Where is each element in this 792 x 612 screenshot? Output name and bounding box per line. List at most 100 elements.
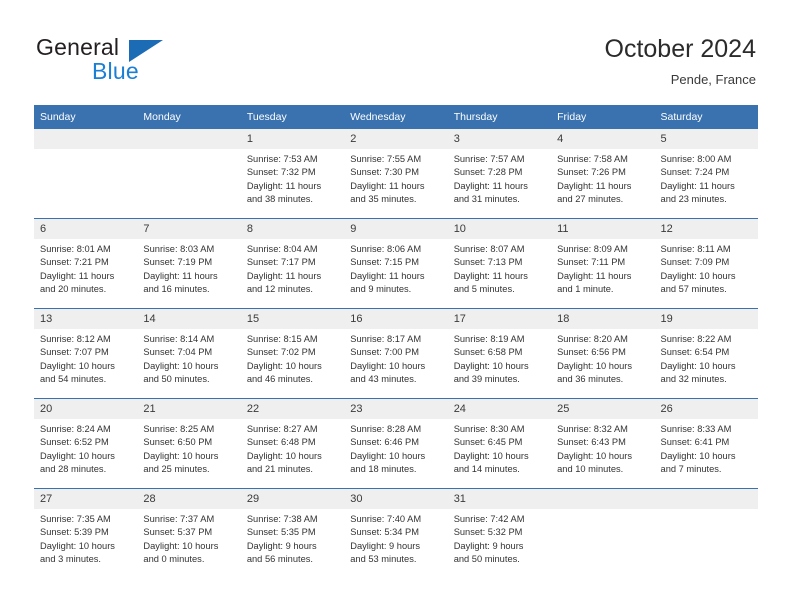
sunset-text: Sunset: 7:04 PM [143, 347, 213, 358]
calendar-day-cell[interactable]: 18 Sunrise: 8:20 AM Sunset: 6:56 PM Dayligh… [551, 308, 655, 399]
daylight-text-line1: Daylight: 10 hours [350, 360, 426, 371]
sunrise-text: Sunrise: 8:06 AM [350, 244, 422, 254]
calendar-day-cell[interactable]: 23 Sunrise: 8:28 AM Sunset: 6:46 PM Dayligh… [344, 398, 448, 489]
calendar-day-cell[interactable]: 13 Sunrise: 8:12 AM Sunset: 7:07 PM Dayligh… [34, 308, 138, 399]
daylight-text-line1: Daylight: 11 hours [557, 270, 632, 281]
day-details [655, 509, 758, 567]
calendar-day-cell[interactable]: 1 Sunrise: 7:53 AM Sunset: 7:32 PM Daylight… [240, 129, 345, 219]
daylight-text-line1: Daylight: 10 hours [246, 360, 322, 371]
logo-text-general: General [36, 34, 120, 60]
day-number: 25 [551, 399, 655, 419]
weekday-header-tuesday: Tuesday [240, 105, 345, 129]
day-number: 30 [344, 489, 448, 509]
calendar-week-row: 20 Sunrise: 8:24 AM Sunset: 6:52 PM Dayligh… [34, 398, 758, 489]
sunrise-text: Sunrise: 7:42 AM [453, 514, 525, 524]
day-details: Sunrise: 8:19 AM Sunset: 6:58 PM Daylight:… [448, 329, 551, 387]
day-number: 29 [240, 489, 345, 509]
sunrise-text: Sunrise: 8:04 AM [246, 244, 318, 254]
daylight-text-line1: Daylight: 10 hours [143, 360, 219, 371]
daylight-text-line2: and 50 minutes. [453, 554, 520, 565]
page-subtitle: Pende, France [670, 72, 756, 87]
calendar-day-cell[interactable]: 29 Sunrise: 7:38 AM Sunset: 5:35 PM Dayligh… [240, 488, 345, 578]
calendar-day-cell[interactable]: 27 Sunrise: 7:35 AM Sunset: 5:39 PM Dayligh… [34, 488, 138, 578]
daylight-text-line2: and 14 minutes. [453, 464, 520, 475]
day-number: 6 [34, 219, 138, 239]
day-details: Sunrise: 8:04 AM Sunset: 7:17 PM Daylight:… [241, 239, 344, 297]
daylight-text-line1: Daylight: 10 hours [40, 360, 115, 371]
calendar-day-cell[interactable]: 16 Sunrise: 8:17 AM Sunset: 7:00 PM Dayligh… [344, 308, 448, 399]
general-blue-logo[interactable]: General Blue [36, 34, 236, 90]
calendar-day-cell[interactable]: 22 Sunrise: 8:27 AM Sunset: 6:48 PM Dayligh… [240, 398, 345, 489]
calendar-day-cell[interactable]: 9 Sunrise: 8:06 AM Sunset: 7:15 PM Daylight… [344, 218, 448, 309]
daylight-text-line1: Daylight: 10 hours [660, 270, 736, 281]
sunset-text: Sunset: 6:50 PM [143, 437, 213, 448]
daylight-text-line1: Daylight: 10 hours [557, 450, 633, 461]
daylight-text-line2: and 36 minutes. [557, 374, 624, 385]
sunset-text: Sunset: 7:13 PM [453, 257, 523, 268]
calendar-day-cell[interactable]: 20 Sunrise: 8:24 AM Sunset: 6:52 PM Dayligh… [34, 398, 138, 489]
day-details: Sunrise: 8:27 AM Sunset: 6:48 PM Daylight:… [241, 419, 344, 477]
calendar-day-cell[interactable]: 26 Sunrise: 8:33 AM Sunset: 6:41 PM Dayligh… [654, 398, 758, 489]
calendar-day-cell-empty [551, 488, 655, 578]
calendar-day-cell[interactable]: 3 Sunrise: 7:57 AM Sunset: 7:28 PM Daylight… [447, 129, 552, 219]
calendar-day-cell[interactable]: 28 Sunrise: 7:37 AM Sunset: 5:37 PM Dayligh… [137, 488, 241, 578]
day-number: 1 [240, 129, 345, 149]
calendar-day-cell[interactable]: 5 Sunrise: 8:00 AM Sunset: 7:24 PM Daylight… [654, 129, 758, 219]
daylight-text-line1: Daylight: 11 hours [350, 180, 425, 191]
calendar-day-cell[interactable]: 17 Sunrise: 8:19 AM Sunset: 6:58 PM Dayligh… [447, 308, 552, 399]
calendar-day-cell[interactable]: 12 Sunrise: 8:11 AM Sunset: 7:09 PM Dayligh… [654, 218, 758, 309]
calendar-day-cell[interactable]: 31 Sunrise: 7:42 AM Sunset: 5:32 PM Dayligh… [447, 488, 552, 578]
sunset-text: Sunset: 7:15 PM [350, 257, 419, 268]
sunrise-text: Sunrise: 7:40 AM [350, 514, 422, 524]
sunrise-text: Sunrise: 7:57 AM [453, 154, 525, 164]
weekday-header-thursday: Thursday [447, 105, 552, 129]
calendar-day-cell[interactable]: 15 Sunrise: 8:15 AM Sunset: 7:02 PM Dayligh… [240, 308, 345, 399]
sunset-text: Sunset: 7:26 PM [557, 167, 626, 178]
day-number: 8 [240, 219, 345, 239]
sunrise-text: Sunrise: 8:33 AM [660, 424, 732, 434]
day-details: Sunrise: 7:55 AM Sunset: 7:30 PM Daylight:… [344, 149, 447, 207]
daylight-text-line1: Daylight: 11 hours [350, 270, 425, 281]
calendar-day-cell[interactable]: 30 Sunrise: 7:40 AM Sunset: 5:34 PM Dayligh… [344, 488, 448, 578]
calendar-day-cell[interactable]: 2 Sunrise: 7:55 AM Sunset: 7:30 PM Daylight… [344, 129, 448, 219]
daylight-text-line2: and 18 minutes. [350, 464, 417, 475]
calendar-day-cell[interactable]: 19 Sunrise: 8:22 AM Sunset: 6:54 PM Dayligh… [654, 308, 758, 399]
day-number: 19 [654, 309, 758, 329]
sunset-text: Sunset: 7:09 PM [660, 257, 730, 268]
calendar-day-cell[interactable]: 8 Sunrise: 8:04 AM Sunset: 7:17 PM Daylight… [240, 218, 345, 309]
sunrise-text: Sunrise: 8:00 AM [660, 154, 732, 164]
calendar-day-cell[interactable]: 25 Sunrise: 8:32 AM Sunset: 6:43 PM Dayligh… [551, 398, 655, 489]
calendar-day-cell[interactable]: 14 Sunrise: 8:14 AM Sunset: 7:04 PM Dayligh… [137, 308, 241, 399]
sunset-text: Sunset: 5:35 PM [246, 527, 316, 538]
daylight-text-line2: and 25 minutes. [143, 464, 210, 475]
daylight-text-line1: Daylight: 10 hours [40, 450, 115, 461]
sunset-text: Sunset: 7:07 PM [40, 347, 109, 358]
daylight-text-line1: Daylight: 10 hours [660, 360, 736, 371]
weekday-header-sunday: Sunday [34, 105, 138, 129]
sunrise-text: Sunrise: 8:17 AM [350, 334, 422, 344]
calendar-day-cell[interactable]: 10 Sunrise: 8:07 AM Sunset: 7:13 PM Dayligh… [447, 218, 552, 309]
calendar-day-cell[interactable]: 21 Sunrise: 8:25 AM Sunset: 6:50 PM Dayligh… [137, 398, 241, 489]
day-details: Sunrise: 8:11 AM Sunset: 7:09 PM Daylight:… [655, 239, 758, 297]
sunrise-text: Sunrise: 8:03 AM [143, 244, 215, 254]
day-number: 2 [344, 129, 448, 149]
day-details: Sunrise: 8:14 AM Sunset: 7:04 PM Daylight:… [137, 329, 240, 387]
day-details: Sunrise: 8:33 AM Sunset: 6:41 PM Daylight:… [655, 419, 758, 477]
sunset-text: Sunset: 6:48 PM [246, 437, 316, 448]
day-details: Sunrise: 8:17 AM Sunset: 7:00 PM Daylight:… [344, 329, 447, 387]
day-number [137, 129, 241, 149]
calendar-day-cell[interactable]: 6 Sunrise: 8:01 AM Sunset: 7:21 PM Daylight… [34, 218, 138, 309]
day-number: 21 [137, 399, 241, 419]
calendar-day-cell[interactable]: 4 Sunrise: 7:58 AM Sunset: 7:26 PM Daylight… [551, 129, 655, 219]
day-details: Sunrise: 7:53 AM Sunset: 7:32 PM Daylight:… [241, 149, 344, 207]
calendar-day-cell[interactable]: 7 Sunrise: 8:03 AM Sunset: 7:19 PM Daylight… [137, 218, 241, 309]
day-details: Sunrise: 7:35 AM Sunset: 5:39 PM Daylight:… [34, 509, 137, 567]
daylight-text-line1: Daylight: 10 hours [453, 360, 529, 371]
day-details: Sunrise: 8:06 AM Sunset: 7:15 PM Daylight:… [344, 239, 447, 297]
sunrise-text: Sunrise: 8:11 AM [660, 244, 731, 254]
sunrise-text: Sunrise: 7:58 AM [557, 154, 628, 164]
calendar-day-cell[interactable]: 11 Sunrise: 8:09 AM Sunset: 7:11 PM Dayligh… [551, 218, 655, 309]
day-details: Sunrise: 8:15 AM Sunset: 7:02 PM Daylight:… [241, 329, 344, 387]
sunrise-text: Sunrise: 8:27 AM [246, 424, 318, 434]
calendar-day-cell[interactable]: 24 Sunrise: 8:30 AM Sunset: 6:45 PM Dayligh… [447, 398, 552, 489]
